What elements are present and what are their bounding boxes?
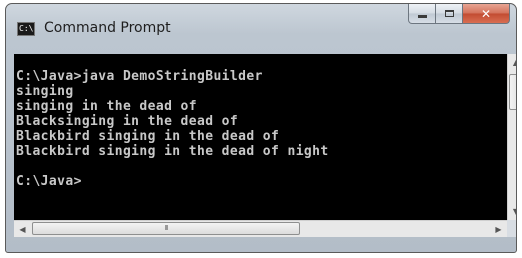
console-line: ​ <box>14 159 329 174</box>
command-prompt-window: C:\ Command Prompt ✕ C:\Java>java DemoSt… <box>5 3 517 253</box>
window-title: Command Prompt <box>44 20 171 36</box>
left-arrow-icon: ◀ <box>19 224 26 234</box>
grip-icon: III <box>164 224 168 232</box>
cmd-icon[interactable]: C:\ <box>17 22 35 36</box>
vertical-scroll-thumb[interactable] <box>509 74 516 110</box>
minimize-button[interactable] <box>408 4 436 24</box>
scroll-left-button[interactable]: ◀ <box>14 221 31 237</box>
console-line: singing <box>16 84 74 99</box>
scroll-down-button[interactable]: ▼ <box>508 203 516 220</box>
maximize-icon <box>444 10 454 17</box>
console-line: Blackbird singing in the dead of <box>16 129 280 144</box>
scroll-up-button[interactable]: ▲ <box>508 54 516 71</box>
vertical-scrollbar[interactable]: ▲ ▼ <box>507 54 516 220</box>
console-output[interactable]: C:\Java>java DemoStringBuilder singing s… <box>14 54 507 220</box>
console-line: singing in the dead of <box>16 99 197 114</box>
cmd-icon-label: C:\ <box>19 24 34 33</box>
console-body: C:\Java>java DemoStringBuilder singing s… <box>14 69 329 189</box>
minimize-icon <box>417 15 427 18</box>
close-icon: ✕ <box>480 6 492 21</box>
console-line: Blacksinging in the dead of <box>16 114 239 129</box>
title-bar[interactable]: C:\ Command Prompt ✕ <box>6 4 516 54</box>
down-arrow-icon: ▼ <box>513 207 516 216</box>
horizontal-scrollbar[interactable]: ◀ III ▶ <box>14 220 507 237</box>
maximize-button[interactable] <box>436 4 463 24</box>
console-prompt-line: C:\Java> <box>16 174 82 189</box>
resize-corner[interactable] <box>507 220 516 237</box>
caption-buttons: ✕ <box>408 4 510 26</box>
horizontal-scroll-thumb[interactable]: III <box>32 222 300 235</box>
right-arrow-icon: ▶ <box>495 224 502 234</box>
close-button[interactable]: ✕ <box>463 4 510 24</box>
up-arrow-icon: ▲ <box>513 58 516 67</box>
console-line: Blackbird singing in the dead of night <box>16 144 329 159</box>
scroll-right-button[interactable]: ▶ <box>490 221 507 237</box>
console-line: C:\Java>java DemoStringBuilder <box>16 69 263 84</box>
